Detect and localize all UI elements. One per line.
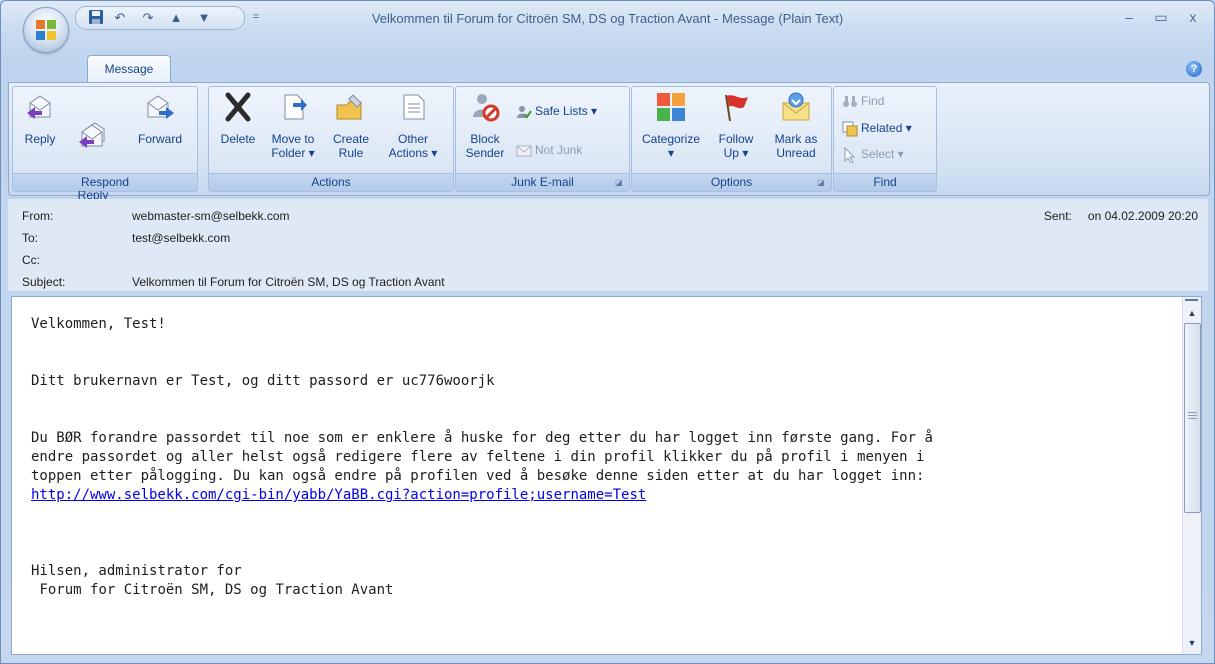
follow-up-flag-icon (725, 94, 748, 122)
to-label: To: (22, 231, 39, 245)
subject-value: Velkommen til Forum for Citroën SM, DS o… (132, 275, 445, 289)
find-button[interactable]: Find (842, 93, 884, 110)
safe-lists-label: Safe Lists ▾ (535, 104, 598, 118)
mark-as-unread-button[interactable]: Mark as Unread (768, 91, 824, 160)
window-title: Velkommen til Forum for Citroën SM, DS o… (371, 11, 844, 26)
binoculars-icon (843, 95, 857, 107)
ribbon-tab-row: Message ? (1, 55, 1214, 83)
group-label-junk-email: Junk E-mail (456, 173, 629, 191)
cc-label: Cc: (22, 253, 40, 267)
move-to-folder-button[interactable]: Move to Folder ▾ (265, 91, 321, 160)
select-cursor-icon (844, 146, 856, 163)
group-options: Categorize ▾ Follow Up ▾ Mark as Unread … (631, 86, 832, 192)
other-actions-label: Other Actions ▾ (388, 132, 438, 160)
options-launcher-icon[interactable]: ◪ (817, 178, 827, 188)
group-label-respond: Respond (13, 173, 197, 191)
instructions-text: Du BØR forandre passordet til noe som er… (31, 430, 933, 484)
delete-icon (225, 92, 251, 122)
reply-all-icon (79, 122, 105, 148)
group-label-actions: Actions (209, 173, 453, 191)
other-actions-button[interactable]: Other Actions ▾ (385, 91, 441, 160)
mark-as-unread-icon (782, 92, 810, 121)
scrollbar-thumb[interactable] (1184, 323, 1201, 513)
vertical-scrollbar[interactable]: ▲ ▼ (1182, 297, 1201, 654)
title-bar: ↶ ↷ ▲ ▼ = Velkommen til Forum for Citroë… (1, 1, 1214, 33)
office-button[interactable] (23, 7, 69, 53)
follow-up-label: Follow Up ▾ (718, 132, 754, 160)
safe-lists-icon (517, 105, 532, 119)
mark-as-unread-label: Mark as Unread (774, 132, 818, 160)
tab-message[interactable]: Message (87, 55, 171, 83)
forward-button[interactable]: Forward (131, 91, 189, 146)
sent-value: on 04.02.2009 20:20 (1087, 209, 1198, 223)
to-value[interactable]: test@selbekk.com (132, 230, 230, 246)
message-text: Velkommen, Test! Ditt brukernavn er Test… (31, 315, 1171, 600)
sent-label: Sent: (1043, 209, 1072, 223)
related-label: Related ▾ (861, 121, 912, 135)
create-rule-label: Create Rule (332, 132, 370, 160)
maximize-button[interactable]: ▭ (1146, 7, 1176, 27)
credentials-text: Ditt brukernavn er Test, og ditt passord… (31, 373, 495, 389)
reply-button[interactable]: Reply (19, 91, 61, 146)
greeting-text: Velkommen, Test! (31, 316, 166, 332)
reply-label: Reply (24, 132, 56, 146)
not-junk-label: Not Junk (535, 143, 583, 157)
block-sender-label: Block Sender (465, 132, 505, 160)
group-respond: Reply Reply to All Forward Respond (12, 86, 198, 216)
safe-lists-button[interactable]: Safe Lists ▾ (516, 103, 597, 120)
close-button[interactable]: x (1178, 7, 1208, 27)
subject-label: Subject: (22, 275, 66, 289)
split-handle[interactable] (1185, 299, 1198, 301)
select-label: Select ▾ (861, 147, 904, 161)
from-value[interactable]: webmaster-sm@selbekk.com (132, 208, 290, 224)
group-junk-email: Block Sender Safe Lists ▾ Not Junk Junk … (455, 86, 630, 192)
move-to-folder-label: Move to Folder ▾ (271, 132, 315, 160)
profile-link[interactable]: http://www.selbekk.com/cgi-bin/yabb/YaBB… (31, 487, 646, 503)
find-label: Find (861, 94, 885, 108)
delete-label: Delete (220, 132, 256, 146)
forward-label: Forward (137, 132, 182, 146)
not-junk-button[interactable]: Not Junk (516, 142, 582, 159)
other-actions-icon (403, 94, 425, 120)
categorize-label: Categorize ▾ (641, 132, 701, 160)
message-header: From: webmaster-sm@selbekk.com To: test@… (8, 199, 1208, 291)
related-messages-icon (842, 121, 858, 137)
office-logo-icon (36, 20, 56, 40)
move-to-folder-icon (284, 94, 307, 120)
ribbon: Reply Reply to All Forward Respond Delet… (8, 82, 1210, 216)
categorize-button[interactable]: Categorize ▾ (636, 91, 706, 160)
group-label-options: Options (632, 173, 831, 191)
help-icon[interactable]: ? (1186, 61, 1202, 77)
not-junk-icon (516, 145, 532, 157)
minimize-button[interactable]: – (1114, 7, 1144, 27)
group-find: Find Related ▾ Select ▾ Find (833, 86, 937, 192)
create-rule-icon (336, 94, 362, 120)
forward-icon (147, 95, 174, 119)
group-actions: Delete Move to Folder ▾ Create Rule Othe… (208, 86, 454, 192)
junk-email-launcher-icon[interactable]: ◪ (615, 178, 625, 188)
delete-button[interactable]: Delete (215, 91, 261, 146)
block-sender-button[interactable]: Block Sender (462, 91, 508, 160)
scroll-down-arrow-icon[interactable]: ▼ (1184, 635, 1200, 651)
forum-name-text: Forum for Citroën SM, DS og Traction Ava… (31, 582, 394, 598)
related-button[interactable]: Related ▾ (842, 120, 912, 137)
scroll-up-arrow-icon[interactable]: ▲ (1184, 305, 1200, 321)
follow-up-button[interactable]: Follow Up ▾ (710, 91, 762, 160)
create-rule-button[interactable]: Create Rule (327, 91, 375, 160)
reply-icon (27, 95, 51, 119)
block-sender-icon (473, 94, 500, 122)
sent-row: Sent: on 04.02.2009 20:20 (1044, 208, 1198, 224)
categorize-icon (657, 93, 685, 121)
message-window: ↶ ↷ ▲ ▼ = Velkommen til Forum for Citroë… (0, 0, 1215, 664)
group-label-find: Find (834, 173, 936, 191)
select-button[interactable]: Select ▾ (842, 146, 904, 163)
message-body[interactable]: Velkommen, Test! Ditt brukernavn er Test… (11, 296, 1202, 655)
from-label: From: (22, 209, 54, 223)
signoff-text: Hilsen, administrator for (31, 563, 242, 579)
